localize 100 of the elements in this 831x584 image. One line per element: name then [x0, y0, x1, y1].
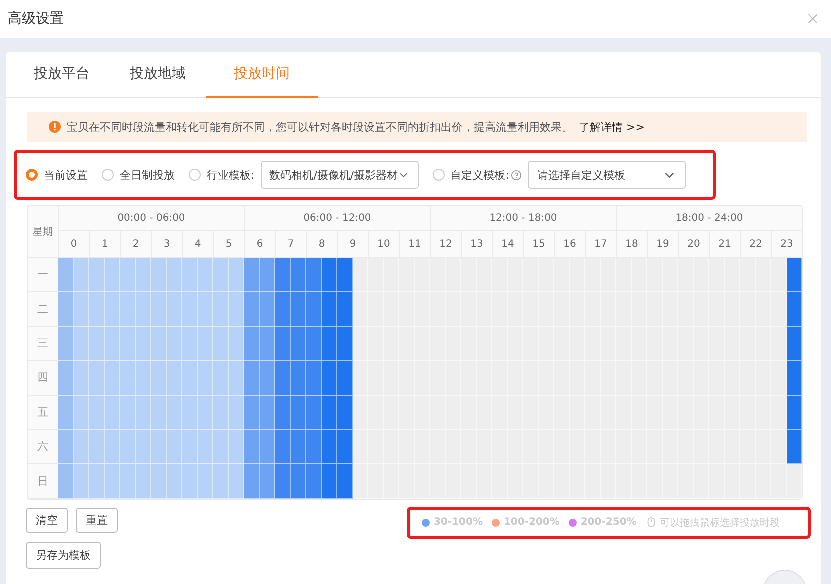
- time-slot[interactable]: [322, 292, 337, 327]
- help-icon[interactable]: [511, 170, 522, 180]
- time-slot[interactable]: [290, 430, 306, 464]
- hour-header: 2: [120, 231, 151, 258]
- radio-button[interactable]: [432, 169, 445, 181]
- time-slot[interactable]: [306, 396, 322, 430]
- hour-header: 21: [709, 231, 740, 258]
- time-slot[interactable]: [275, 396, 290, 430]
- period-header: 18:00 - 24:00: [616, 206, 802, 231]
- hour-header: 1: [89, 231, 120, 258]
- time-slot[interactable]: [786, 430, 802, 464]
- time-slot[interactable]: [244, 361, 260, 396]
- time-slot[interactable]: [352, 361, 368, 396]
- template-select[interactable]: 数码相机/摄像机/摄影器材: [260, 161, 419, 189]
- time-slot[interactable]: [244, 292, 260, 327]
- time-slot[interactable]: [244, 430, 260, 464]
- time-slot[interactable]: [290, 258, 306, 292]
- option-label: 全日制投放: [120, 168, 175, 182]
- hour-header: 23: [771, 231, 802, 258]
- time-slot[interactable]: [244, 258, 260, 292]
- time-slot[interactable]: [786, 326, 802, 362]
- period-header: 12:00 - 18:00: [430, 206, 616, 231]
- hour-header: 8: [306, 231, 337, 258]
- time-slot[interactable]: [322, 258, 337, 292]
- time-slot[interactable]: [322, 361, 337, 396]
- time-slot[interactable]: [337, 464, 352, 499]
- info-icon: [49, 121, 61, 133]
- hour-header: 20: [678, 231, 709, 258]
- time-slot[interactable]: [786, 396, 802, 430]
- time-slot[interactable]: [306, 258, 322, 292]
- option-label: 当前设置: [44, 168, 88, 182]
- time-slot[interactable]: [290, 326, 306, 362]
- time-slot[interactable]: [260, 258, 275, 292]
- action-button[interactable]: 清空: [26, 508, 68, 533]
- time-slot[interactable]: [352, 326, 368, 362]
- time-slot[interactable]: [337, 258, 352, 292]
- time-slot[interactable]: [260, 292, 275, 327]
- time-slot[interactable]: [275, 430, 290, 464]
- time-slot[interactable]: [337, 292, 352, 327]
- time-slot[interactable]: [786, 361, 802, 396]
- time-slot[interactable]: [275, 361, 290, 396]
- option-label: 行业模板:: [207, 168, 255, 182]
- time-slot[interactable]: [352, 258, 368, 292]
- action-button[interactable]: 重置: [76, 508, 118, 533]
- radio-button[interactable]: [189, 169, 201, 181]
- time-slot[interactable]: [260, 361, 275, 396]
- time-slot[interactable]: [786, 258, 802, 292]
- hour-header: 11: [399, 231, 430, 258]
- time-slot[interactable]: [322, 464, 337, 499]
- time-slot[interactable]: [322, 326, 337, 362]
- time-slot[interactable]: [244, 464, 260, 499]
- time-slot[interactable]: [337, 430, 352, 464]
- hour-header: 12: [430, 231, 461, 258]
- time-slot[interactable]: [275, 258, 290, 292]
- option-label: 自定义模板:: [450, 168, 510, 182]
- time-slot[interactable]: [352, 396, 368, 430]
- time-slot[interactable]: [322, 396, 337, 430]
- hour-header: 14: [492, 231, 523, 258]
- hour-header: 18: [616, 231, 647, 258]
- time-slot[interactable]: [786, 292, 802, 327]
- radio-button[interactable]: [102, 169, 114, 181]
- time-slot[interactable]: [260, 396, 275, 430]
- time-slot[interactable]: [290, 464, 306, 499]
- time-slot[interactable]: [306, 326, 322, 362]
- time-slot[interactable]: [275, 464, 290, 499]
- template-select[interactable]: 请选择自定义模板: [528, 161, 686, 189]
- learn-more-link[interactable]: 了解详情 >>: [579, 120, 645, 134]
- time-slot[interactable]: [244, 396, 260, 430]
- time-slot[interactable]: [352, 430, 368, 464]
- hour-header: 15: [523, 231, 554, 258]
- time-slot[interactable]: [260, 430, 275, 464]
- time-slot[interactable]: [290, 361, 306, 396]
- mouse-icon: [646, 517, 657, 528]
- time-slot[interactable]: [337, 396, 352, 430]
- time-slot[interactable]: [337, 361, 352, 396]
- time-slot[interactable]: [306, 430, 322, 464]
- time-slot[interactable]: [260, 326, 275, 362]
- time-slot[interactable]: [352, 292, 368, 327]
- tab[interactable]: 投放平台: [14, 52, 110, 98]
- hour-header: 13: [461, 231, 492, 258]
- time-slot[interactable]: [244, 326, 260, 362]
- time-slot[interactable]: [337, 326, 352, 362]
- time-slot[interactable]: [306, 292, 322, 327]
- time-slot[interactable]: [290, 292, 306, 327]
- time-slot[interactable]: [275, 326, 290, 362]
- time-slot[interactable]: [290, 396, 306, 430]
- time-slot[interactable]: [322, 430, 337, 464]
- save-template-button[interactable]: 另存为模板: [26, 542, 101, 569]
- hour-header: 22: [740, 231, 771, 258]
- time-slot[interactable]: [260, 464, 275, 499]
- time-slot[interactable]: [352, 464, 368, 499]
- radio-button[interactable]: [26, 169, 38, 181]
- hour-header: 0: [58, 231, 89, 258]
- hour-header: 16: [554, 231, 585, 258]
- period-header: 06:00 - 12:00: [244, 206, 430, 231]
- time-slot[interactable]: [306, 464, 322, 499]
- time-slot[interactable]: [306, 361, 322, 396]
- tab[interactable]: 投放地域: [110, 52, 206, 98]
- time-slot[interactable]: [275, 292, 290, 327]
- hour-header: 6: [244, 231, 275, 258]
